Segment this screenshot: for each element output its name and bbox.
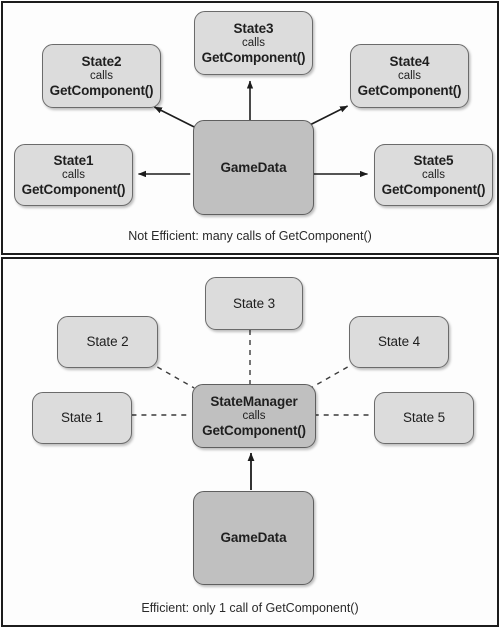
node-subtext: calls <box>61 169 85 182</box>
node-title: State3 <box>233 20 274 36</box>
node-subtext: calls <box>242 410 266 423</box>
node-call: GetComponent() <box>202 422 306 438</box>
top-panel-caption: Not Efficient: many calls of GetComponen… <box>128 229 372 243</box>
edge-gamedata-state2 <box>154 106 195 128</box>
edge-state2-statemanager <box>157 366 195 389</box>
node-state4-top[interactable]: State4 calls GetComponent() <box>350 44 469 108</box>
node-state2-top[interactable]: State2 calls GetComponent() <box>42 44 161 108</box>
node-title: State 3 <box>232 295 276 311</box>
node-state3-bottom[interactable]: State 3 <box>205 277 303 330</box>
node-title: StateManager <box>210 393 298 409</box>
node-title: State4 <box>389 53 430 69</box>
node-subtext: calls <box>397 70 421 83</box>
node-state5-bottom[interactable]: State 5 <box>374 392 474 444</box>
node-state1-top[interactable]: State1 calls GetComponent() <box>14 144 133 206</box>
top-panel: State3 calls GetComponent() State2 calls… <box>1 1 499 255</box>
node-state4-bottom[interactable]: State 4 <box>349 316 449 368</box>
node-subtext: calls <box>89 70 113 83</box>
node-call: GetComponent() <box>49 82 154 98</box>
node-title: State1 <box>53 152 94 168</box>
node-call: GetComponent() <box>201 49 306 65</box>
node-call: GetComponent() <box>357 82 462 98</box>
node-title: State5 <box>413 152 454 168</box>
node-title: State 2 <box>86 334 129 350</box>
node-state5-top[interactable]: State5 calls GetComponent() <box>374 144 493 206</box>
node-title: State 4 <box>377 334 421 350</box>
bottom-panel: State 3 State 2 State 4 State 1 State 5 … <box>1 257 499 627</box>
node-subtext: calls <box>241 37 265 50</box>
node-title: State 5 <box>402 410 446 426</box>
node-title: GameData <box>220 159 287 175</box>
node-state3-top[interactable]: State3 calls GetComponent() <box>194 11 313 75</box>
diagram-figure: State3 calls GetComponent() State2 calls… <box>0 0 500 628</box>
node-title: GameData <box>220 530 287 546</box>
node-statemanager[interactable]: StateManager calls GetComponent() <box>192 384 316 448</box>
node-call: GetComponent() <box>381 181 486 197</box>
node-subtext: calls <box>421 169 445 182</box>
node-title: State2 <box>81 53 122 69</box>
node-gamedata-bottom[interactable]: GameData <box>193 491 314 585</box>
node-gamedata-top[interactable]: GameData <box>193 120 314 215</box>
node-call: GetComponent() <box>21 181 126 197</box>
node-state2-bottom[interactable]: State 2 <box>57 316 158 368</box>
bottom-panel-caption: Efficient: only 1 call of GetComponent() <box>141 601 359 615</box>
node-state1-bottom[interactable]: State 1 <box>32 392 132 444</box>
node-title: State 1 <box>60 410 104 426</box>
edge-state4-statemanager <box>310 366 348 389</box>
